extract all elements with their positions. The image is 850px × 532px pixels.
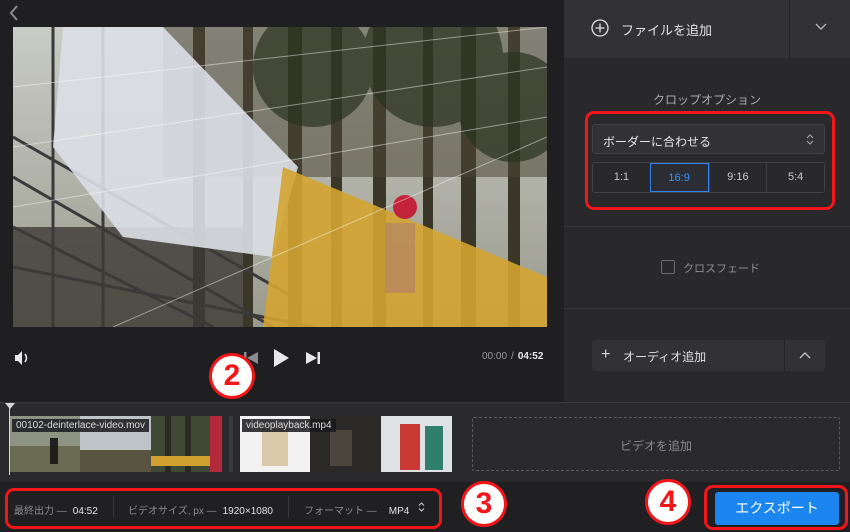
chevron-left-icon — [9, 5, 18, 21]
aspect-ratio-group: 1:1 16:9 9:16 5:4 — [592, 162, 825, 193]
crop-options-title: クロップオプション — [652, 93, 761, 107]
playhead-handle[interactable] — [5, 403, 15, 409]
video-size-stat: ビデオサイズ, px — 1920×1080 — [128, 502, 273, 517]
chevron-up-icon — [799, 352, 811, 359]
add-video-label: ビデオを追加 — [619, 439, 692, 453]
crossfade-label: クロスフェード — [683, 263, 760, 275]
plus-icon: + — [601, 346, 611, 363]
final-output-value: 04:52 — [72, 506, 98, 517]
select-arrows-icon — [806, 134, 814, 145]
crop-mode-select[interactable]: ボーダーに合わせる — [592, 124, 825, 154]
add-video-slot[interactable]: ビデオを追加 — [472, 417, 840, 471]
crop-mode-value: ボーダーに合わせる — [603, 135, 712, 149]
panel-divider — [564, 308, 850, 309]
player-controls: 00:00/04:52 — [0, 340, 563, 376]
back-button[interactable] — [8, 4, 26, 26]
add-audio-button[interactable]: + オーディオ追加 — [592, 340, 784, 371]
video-preview[interactable] — [13, 27, 547, 327]
stat-divider — [113, 496, 114, 518]
ratio-button-1-1[interactable]: 1:1 — [593, 163, 650, 192]
format-stat: フォーマット — MP4 — [304, 502, 409, 517]
crossfade-checkbox[interactable] — [661, 260, 675, 274]
volume-icon[interactable] — [13, 349, 31, 367]
timeline: 00102-deinterlace-video.mov videoplaybac… — [0, 402, 850, 482]
final-output-stat: 最終出力 — 04:52 — [14, 502, 98, 517]
plus-circle-icon — [591, 19, 609, 37]
format-select[interactable]: フォーマット — MP4 — [304, 496, 434, 518]
format-value: MP4 — [388, 506, 410, 517]
panel-divider — [564, 226, 850, 227]
timeline-clip[interactable]: 00102-deinterlace-video.mov — [10, 416, 222, 472]
final-output-label: 最終出力 — — [14, 506, 67, 517]
video-size-value: 1920×1080 — [222, 506, 273, 517]
skip-next-icon[interactable] — [305, 349, 321, 367]
add-file-dropdown-button[interactable] — [789, 0, 850, 58]
select-arrows-icon — [418, 502, 425, 512]
ratio-button-16-9[interactable]: 16:9 — [649, 163, 709, 192]
add-file-row: ファイルを追加 — [564, 0, 850, 58]
export-button[interactable]: エクスポート — [715, 492, 839, 525]
total-time: 04:52 — [517, 351, 544, 362]
stat-divider — [288, 496, 289, 518]
clip-name: 00102-deinterlace-video.mov — [12, 419, 149, 432]
format-label: フォーマット — — [304, 506, 377, 517]
audio-expand-button[interactable] — [784, 340, 825, 371]
ratio-button-5-4[interactable]: 5:4 — [766, 163, 824, 192]
current-time: 00:00 — [482, 351, 508, 362]
video-size-label: ビデオサイズ, px — — [128, 506, 217, 517]
ratio-button-9-16[interactable]: 9:16 — [708, 163, 767, 192]
video-frame-image — [13, 27, 547, 327]
time-readout: 00:00/04:52 — [482, 351, 543, 362]
audio-row: + オーディオ追加 — [592, 340, 825, 371]
add-file-label: ファイルを追加 — [621, 23, 713, 38]
time-separator: / — [511, 351, 514, 362]
play-icon[interactable] — [272, 348, 290, 368]
timeline-clip[interactable]: videoplayback.mp4 — [240, 416, 452, 472]
clip-divider-handle[interactable] — [229, 416, 233, 472]
add-audio-label: オーディオ追加 — [623, 350, 707, 364]
chevron-down-icon — [815, 23, 827, 30]
right-panel: ファイルを追加 クロップオプション ボーダーに合わせる 1:1 16:9 9:1… — [564, 0, 850, 402]
skip-previous-icon[interactable] — [243, 349, 259, 367]
player-area: 00:00/04:52 — [0, 0, 563, 402]
add-file-button[interactable]: ファイルを追加 — [564, 0, 789, 58]
clip-name: videoplayback.mp4 — [242, 419, 336, 432]
